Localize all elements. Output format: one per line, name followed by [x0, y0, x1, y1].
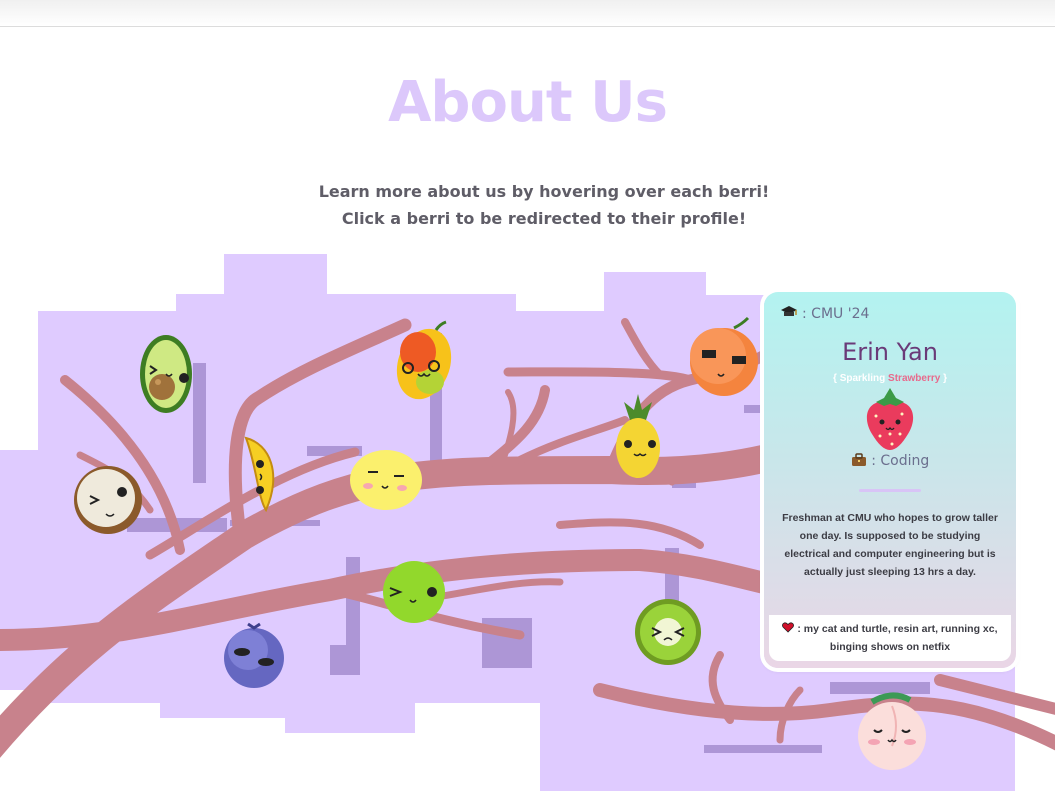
hobby-text: : Coding — [871, 453, 930, 469]
profile-card[interactable]: : CMU '24 Erin Yan { Sparkling Strawberr… — [764, 292, 1016, 668]
lime-berri[interactable] — [383, 561, 445, 623]
card-divider — [859, 489, 921, 492]
berri-type-close: } — [940, 373, 947, 384]
berri-type-name: Strawberry — [888, 373, 941, 384]
avocado-berri[interactable] — [140, 335, 192, 413]
profile-hobby: : Coding — [764, 453, 1016, 469]
school-text: : CMU '24 — [802, 306, 870, 322]
profile-description: Freshman at CMU who hopes to grow taller… — [782, 512, 998, 578]
profile-school: : CMU '24 — [780, 305, 869, 323]
berri-type-label: { Sparkling Strawberry } — [764, 373, 1016, 384]
briefcase-icon — [851, 453, 871, 469]
heart-icon — [782, 622, 797, 635]
lemon-berri[interactable] — [350, 450, 422, 510]
profile-likes: : my cat and turtle, resin art, running … — [769, 615, 1011, 661]
strawberry-avatar — [866, 388, 914, 450]
kiwi-berri[interactable] — [635, 599, 701, 665]
profile-name: Erin Yan — [842, 338, 938, 366]
coconut-berri[interactable] — [74, 466, 142, 534]
graduation-cap-icon — [780, 305, 798, 323]
likes-text: : my cat and turtle, resin art, running … — [797, 623, 998, 653]
berri-type-open: { Sparkling — [833, 373, 889, 384]
